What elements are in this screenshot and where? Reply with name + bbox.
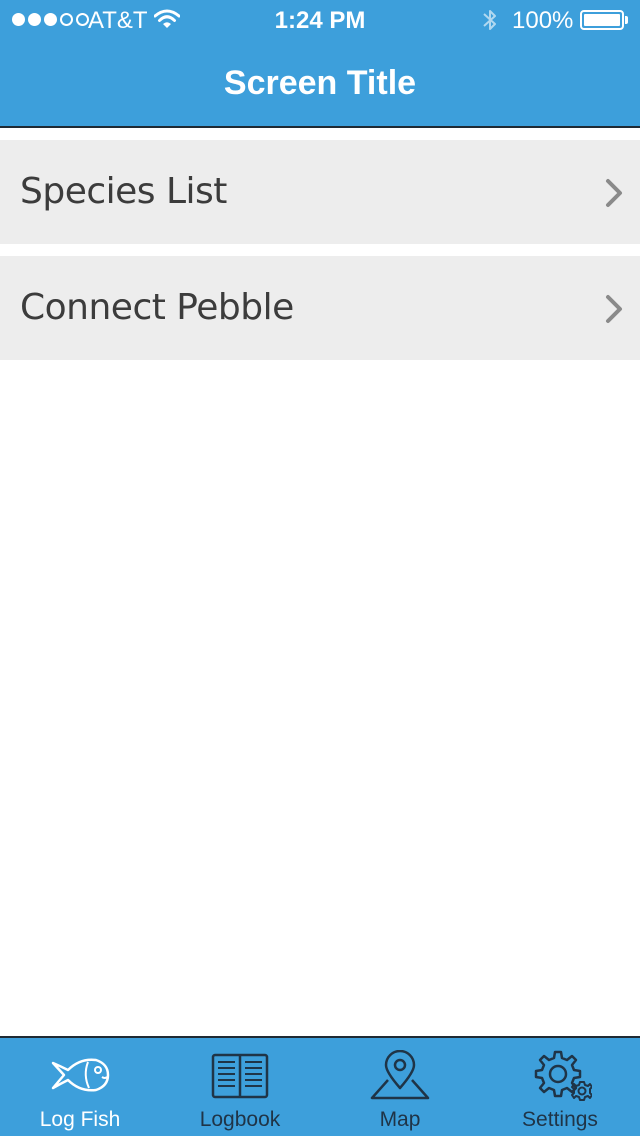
list-item-connect-pebble[interactable]: Connect Pebble [0,256,640,360]
tab-label: Map [379,1108,421,1131]
list-item-label: Connect Pebble [20,287,294,328]
settings-list: Species List Connect Pebble [0,140,640,372]
tab-bar: Log Fish Logbook Map Settings [0,1036,640,1136]
fish-icon [48,1050,112,1102]
battery-icon [580,10,628,30]
battery-percent: 100% [512,7,574,34]
chevron-right-icon [604,294,624,329]
top-bar: AT&T 1:24 PM 100% Screen Title [0,0,640,128]
list-item-species-list[interactable]: Species List [0,140,640,244]
chevron-right-icon [604,178,624,213]
tab-label: Logbook [199,1108,281,1131]
tab-logbook[interactable]: Logbook [160,1038,320,1136]
page-title: Screen Title [223,64,417,102]
tab-map[interactable]: Map [320,1038,480,1136]
list-item-label: Species List [20,171,227,212]
gears-icon [528,1050,593,1102]
tab-settings[interactable]: Settings [480,1038,640,1136]
tab-label: Log Fish [39,1108,121,1131]
bluetooth-icon [481,7,499,40]
status-bar: AT&T 1:24 PM 100% [0,0,640,40]
book-icon [208,1050,272,1102]
map-pin-icon [368,1049,432,1102]
tab-log-fish[interactable]: Log Fish [0,1038,160,1136]
tab-label: Settings [522,1108,598,1131]
screen: AT&T 1:24 PM 100% Screen Title Species L… [0,0,640,1136]
